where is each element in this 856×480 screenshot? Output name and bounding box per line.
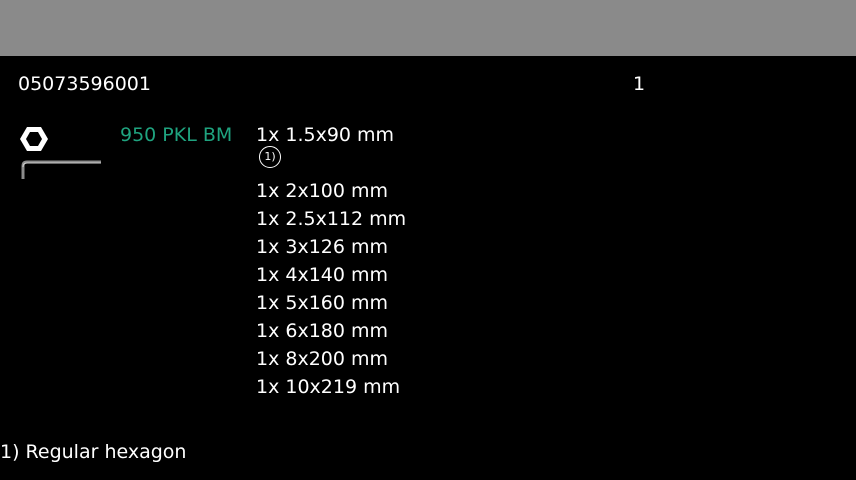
item-list: 1x 1.5x90 mm 1) 1x 2x100 mm 1x 2.5x112 m… — [256, 123, 406, 403]
list-item: 1x 6x180 mm — [256, 319, 406, 347]
item-label: 1x 6x180 mm — [256, 320, 389, 342]
list-item: 1x 2.5x112 mm — [256, 207, 406, 235]
product-name: 950 PKL BM — [120, 124, 233, 146]
top-bar — [0, 0, 856, 56]
item-label: 1x 2x100 mm — [256, 180, 389, 202]
item-label: 1x 3x126 mm — [256, 236, 389, 258]
list-item: 1x 3x126 mm — [256, 235, 406, 263]
list-item: 1x 2x100 mm — [256, 179, 406, 207]
list-item: 1x 10x219 mm — [256, 375, 406, 403]
item-label: 1x 10x219 mm — [256, 376, 401, 398]
article-number: 05073596001 — [18, 73, 151, 95]
list-item: 1x 8x200 mm — [256, 347, 406, 375]
footnote-marker: 1) — [259, 146, 281, 168]
item-label: 1x 4x140 mm — [256, 264, 389, 286]
quantity: 1 — [633, 73, 646, 95]
list-item: 1x 5x160 mm — [256, 291, 406, 319]
footnote: 1) Regular hexagon — [0, 441, 187, 463]
item-label: 1x 2.5x112 mm — [256, 208, 407, 230]
list-item: 1x 1.5x90 mm 1) — [256, 123, 406, 179]
item-label: 1x 1.5x90 mm — [256, 124, 395, 146]
item-label: 1x 5x160 mm — [256, 292, 389, 314]
item-label: 1x 8x200 mm — [256, 348, 389, 370]
list-item: 1x 4x140 mm — [256, 263, 406, 291]
hex-key-icon — [20, 127, 101, 179]
